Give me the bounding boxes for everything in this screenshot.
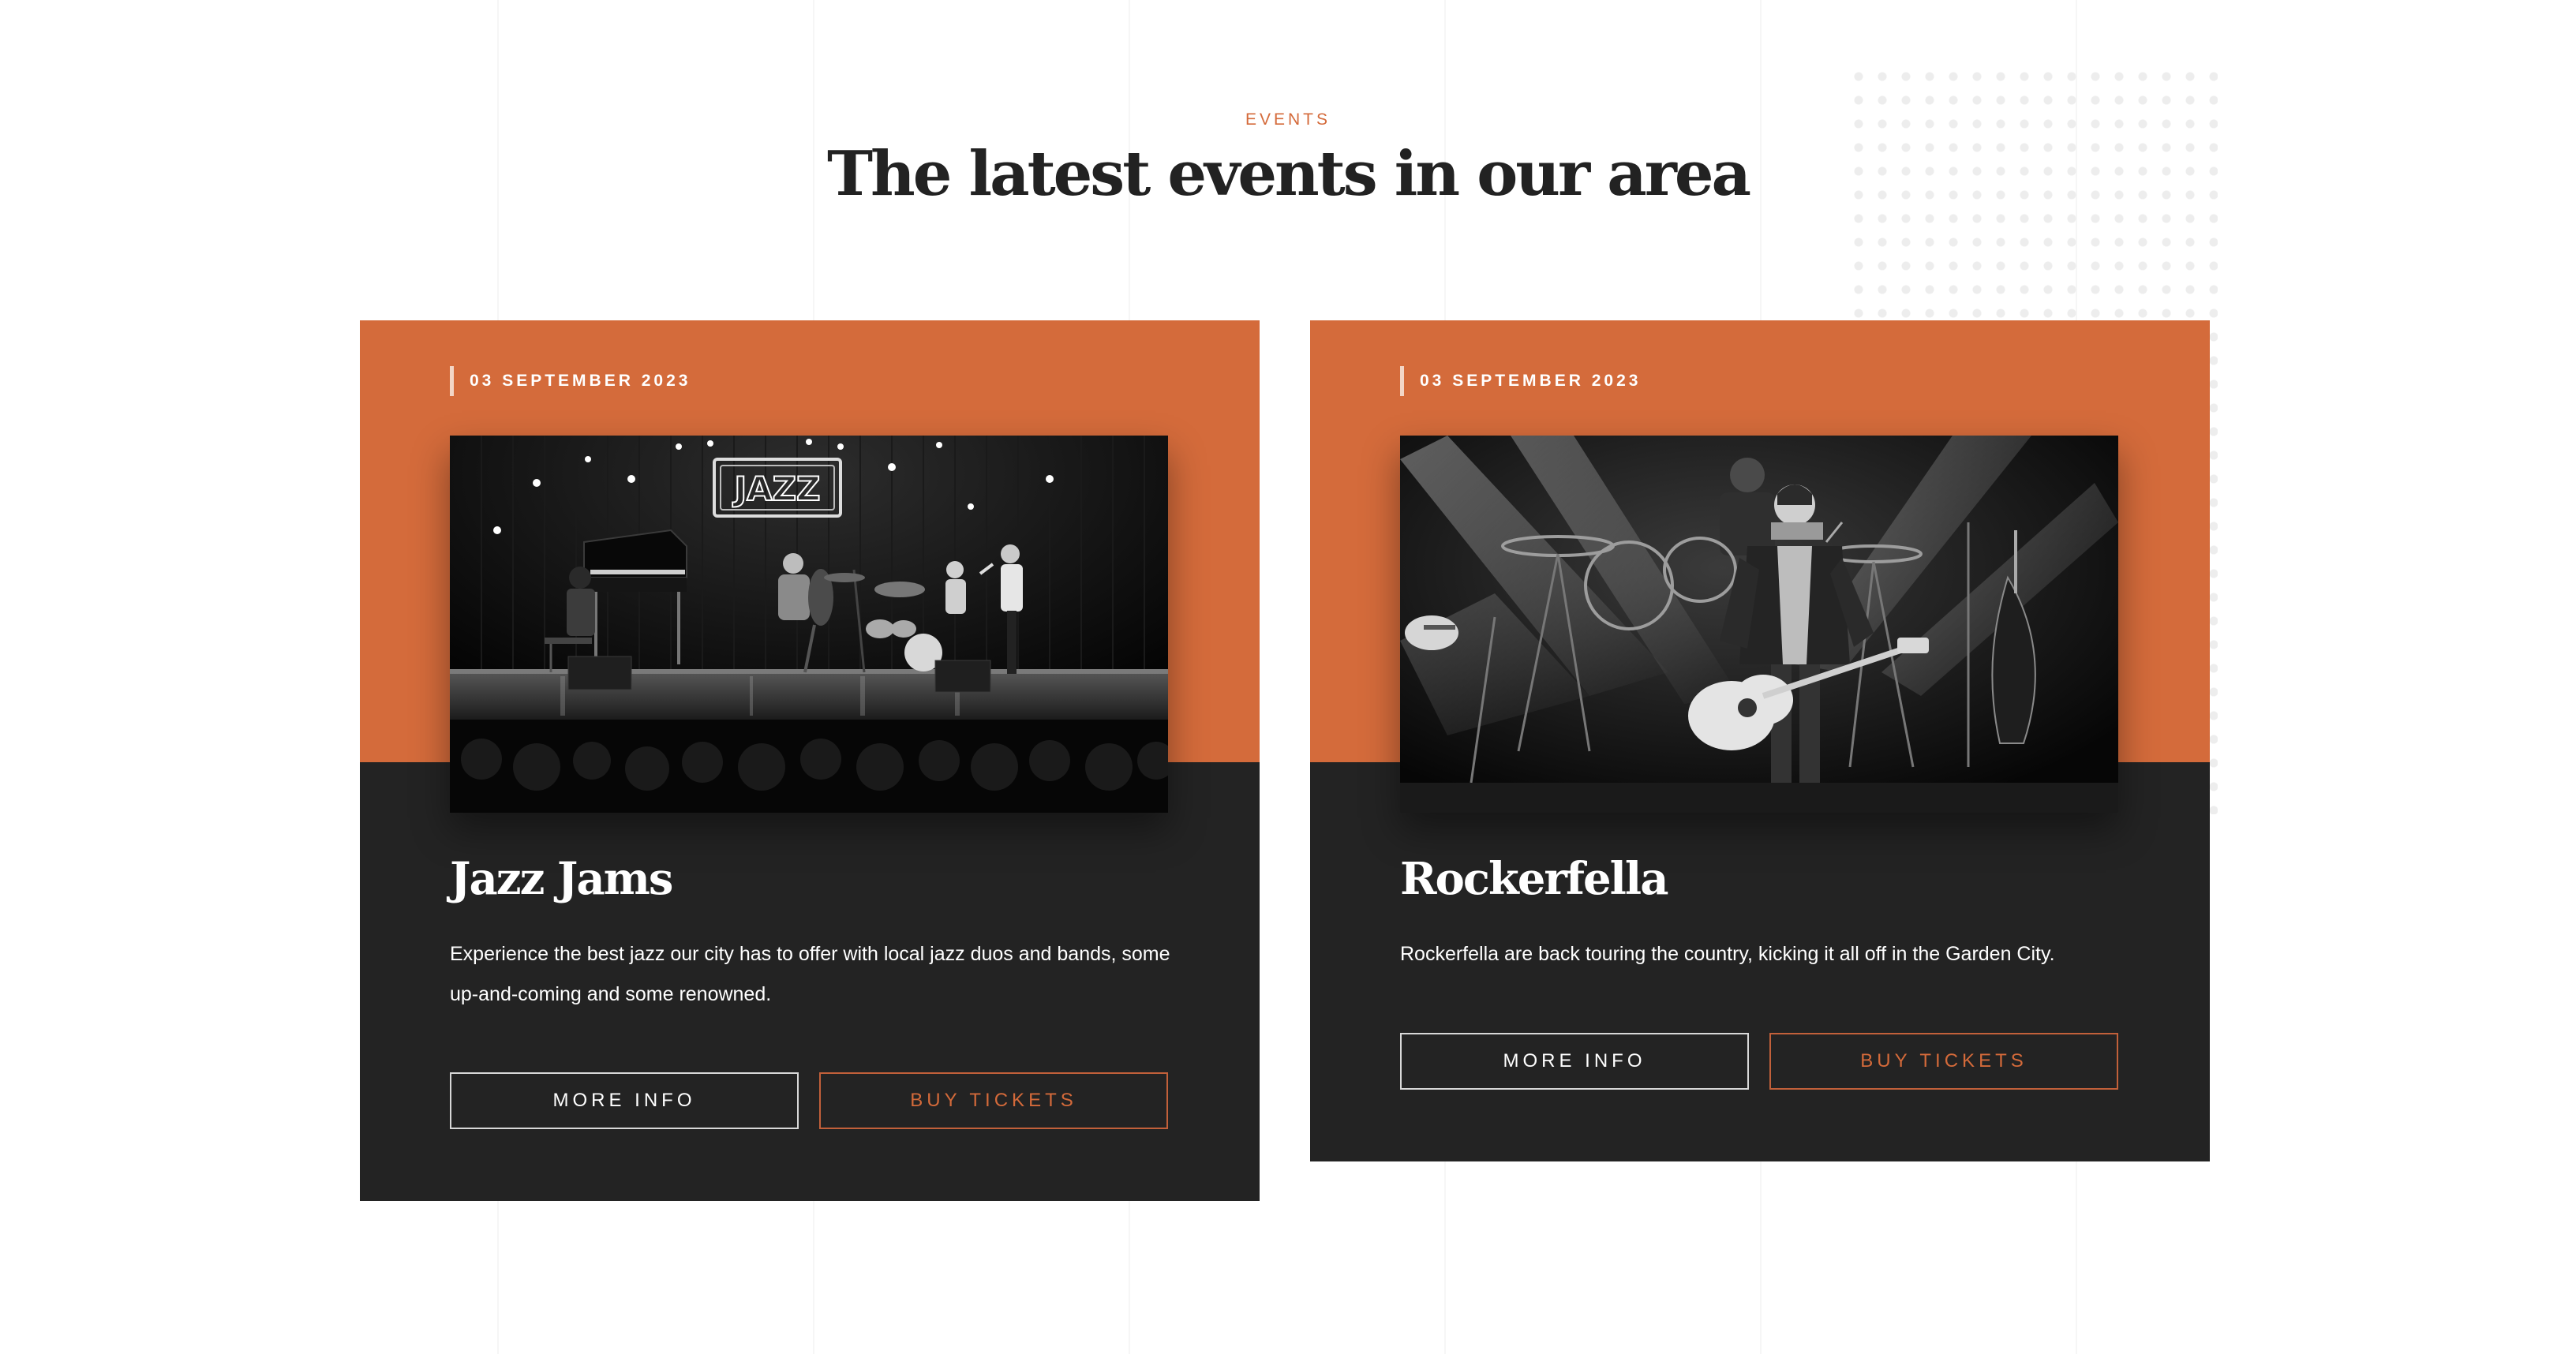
event-description: Rockerfella are back touring the country… <box>1400 943 2055 965</box>
event-image-rock-guitarist <box>1400 436 2118 813</box>
event-title: Jazz Jams <box>450 853 673 905</box>
event-date: 03 SEPTEMBER 2023 <box>450 366 691 396</box>
section-title: The latest events in our area <box>826 138 1751 210</box>
event-image-jazz-stage: JAZZ <box>450 436 1168 813</box>
jazz-sign-text: JAZZ <box>732 469 820 508</box>
more-info-button[interactable]: MORE INFO <box>1400 1033 1749 1090</box>
buy-tickets-button[interactable]: BUY TICKETS <box>1769 1033 2118 1090</box>
event-card-rockerfella: 03 SEPTEMBER 2023 Rockerfella Rockerfell… <box>1310 320 2210 1161</box>
event-title: Rockerfella <box>1400 853 1668 905</box>
section-eyebrow: EVENTS <box>1245 110 1331 129</box>
buy-tickets-button[interactable]: BUY TICKETS <box>819 1072 1168 1129</box>
event-description: Experience the best jazz our city has to… <box>450 943 1170 1005</box>
event-card-jazz-jams: 03 SEPTEMBER 2023 JAZZ Jazz Jams Experie… <box>360 320 1260 1201</box>
event-date: 03 SEPTEMBER 2023 <box>1400 366 1641 396</box>
more-info-button[interactable]: MORE INFO <box>450 1072 799 1129</box>
